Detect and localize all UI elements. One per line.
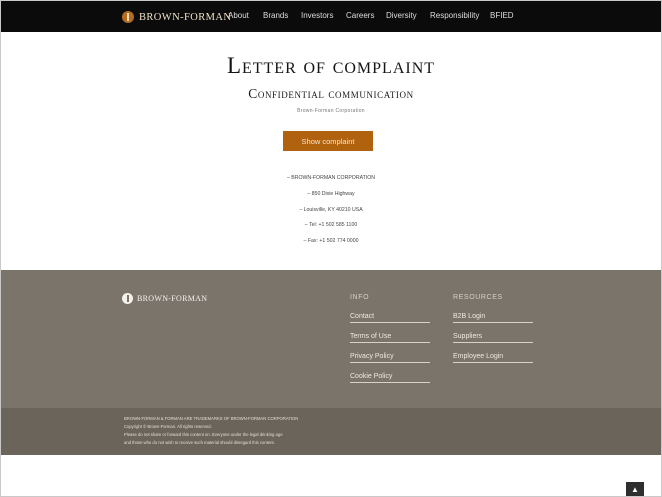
brown-forman-logo-icon <box>122 11 134 23</box>
address-line-company: – BROWN-FORMAN CORPORATION <box>286 175 376 181</box>
company-line: Brown-Forman Corporation <box>297 108 365 114</box>
footer-link-terms[interactable]: Terms of Use <box>350 333 430 343</box>
footer-logo[interactable]: BROWN-FORMAN <box>122 293 207 304</box>
page-subtitle: Confidential communication <box>248 86 414 101</box>
page-title: Letter of complaint <box>226 53 436 78</box>
nav-link-careers[interactable]: Careers <box>346 11 374 20</box>
nav-link-about[interactable]: About <box>228 11 249 20</box>
top-navigation: BROWN-FORMAN About Brands Investors Care… <box>1 1 661 32</box>
footer-resources-heading: RESOURCES <box>453 294 503 301</box>
footer-link-privacy[interactable]: Privacy Policy <box>350 353 430 363</box>
footer-link-b2b-login[interactable]: B2B Login <box>453 313 533 323</box>
address-line-tel: – Tel: +1 502 585 1100 <box>304 222 358 228</box>
address-line-street: – 850 Dixie Highway <box>307 191 355 197</box>
legal-line-3: Please do not share or forward this cont… <box>124 432 283 437</box>
nav-link-responsibility[interactable]: Responsibility <box>430 11 479 20</box>
address-line-fax: – Fax: +1 502 774 0000 <box>303 238 359 244</box>
chevron-up-icon: ▲ <box>631 484 639 494</box>
site-logo[interactable]: BROWN-FORMAN <box>122 9 231 25</box>
footer-link-cookie[interactable]: Cookie Policy <box>350 373 430 383</box>
nav-link-diversity[interactable]: Diversity <box>386 11 417 20</box>
nav-link-investors[interactable]: Investors <box>301 11 333 20</box>
back-to-top-button[interactable]: ▲ <box>626 482 644 496</box>
show-complaint-button[interactable]: Show complaint <box>283 131 373 151</box>
legal-line-1: BROWN-FORMAN & FORMAN ARE TRADEMARKS OF … <box>124 416 299 421</box>
brown-forman-logo-icon <box>122 293 133 304</box>
footer-link-contact[interactable]: Contact <box>350 313 430 323</box>
footer-info-heading: INFO <box>350 294 370 301</box>
footer-link-employee-login[interactable]: Employee Login <box>453 353 533 363</box>
page-frame: BROWN-FORMAN About Brands Investors Care… <box>0 0 662 497</box>
footer-link-suppliers[interactable]: Suppliers <box>453 333 533 343</box>
footer-logo-text: BROWN-FORMAN <box>137 294 208 303</box>
nav-link-brands[interactable]: Brands <box>263 11 288 20</box>
logo-text: BROWN-FORMAN <box>139 11 232 23</box>
nav-link-bfied[interactable]: BFIED <box>490 11 514 20</box>
legal-bar: BROWN-FORMAN & FORMAN ARE TRADEMARKS OF … <box>1 408 661 455</box>
site-footer <box>1 270 661 408</box>
address-line-city: – Louisville, KY 40210 USA <box>299 207 363 213</box>
legal-line-4: and those who do not wish to receive suc… <box>124 440 275 445</box>
legal-line-2: Copyright © Brown-Forman. All rights res… <box>124 424 212 429</box>
